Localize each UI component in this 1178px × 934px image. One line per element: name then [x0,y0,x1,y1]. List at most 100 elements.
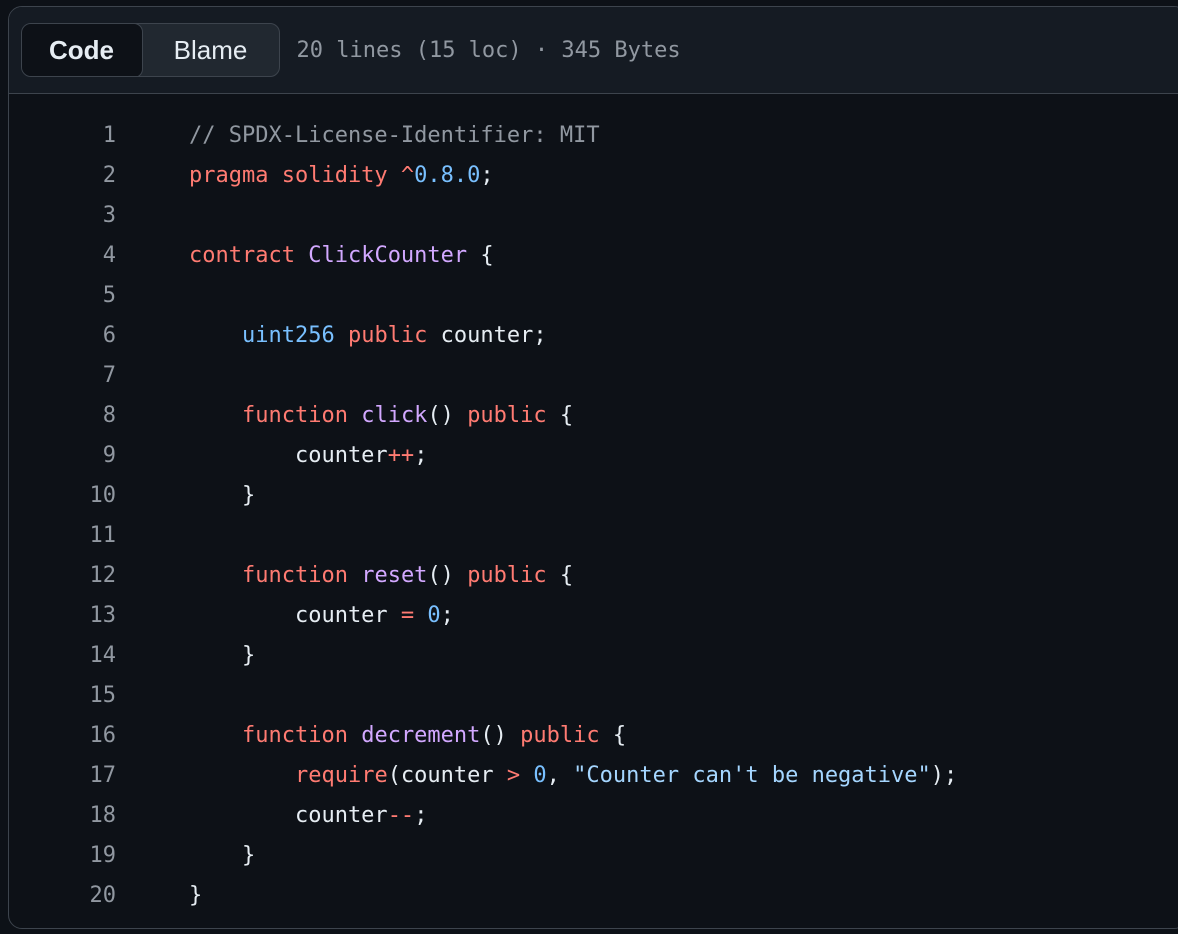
code-token: function [241,403,348,428]
line-number[interactable]: 18 [9,796,117,836]
blame-view-button[interactable]: Blame [143,24,279,76]
code-token: } [189,883,203,908]
line-number[interactable]: 14 [9,636,117,676]
code-token: { [467,243,494,268]
code-listing[interactable]: 1 // SPDX-License-Identifier: MIT 2 pragma … [9,94,1178,916]
line-content [116,516,189,556]
line-content [116,276,189,316]
code-token: } [189,843,256,868]
line-content: counter++; [116,436,427,476]
code-token: reset [361,563,428,588]
code-token: () [427,563,468,588]
code-token: = [400,603,415,628]
code-line: 11 [9,516,1178,556]
line-number[interactable]: 13 [9,596,117,636]
code-token: } [189,483,256,508]
line-content: function reset() public { [116,556,573,596]
code-token: function [241,563,348,588]
code-token: { [546,563,574,588]
code-token: counter [189,803,388,828]
code-line: 4 contract ClickCounter { [9,236,1178,276]
code-line: 8 function click() public { [9,396,1178,436]
code-token: // SPDX-License-Identifier: MIT [189,123,600,148]
line-number[interactable]: 11 [9,516,117,556]
line-content: contract ClickCounter { [116,236,494,276]
code-line: 18 counter--; [9,796,1178,836]
line-number[interactable]: 20 [9,876,117,916]
code-line: 3 [9,196,1178,236]
line-content: uint256 public counter; [116,316,547,356]
line-content: function click() public { [116,396,573,436]
code-view-button[interactable]: Code [21,24,143,76]
line-content [116,676,189,716]
line-number[interactable]: 16 [9,716,117,756]
line-content: pragma solidity ^0.8.0; [116,156,494,196]
line-number[interactable]: 19 [9,836,117,876]
code-line: 19 } [9,836,1178,876]
code-line: 13 counter = 0; [9,596,1178,636]
line-content: counter--; [116,796,427,836]
code-token: () [480,723,521,748]
line-number[interactable]: 12 [9,556,117,596]
line-number[interactable]: 1 [9,116,116,156]
code-token: function [241,723,348,748]
code-token: "Counter can't be negative" [573,763,931,788]
code-token: uint256 [241,323,335,348]
code-token: ; [414,803,428,828]
line-number[interactable]: 17 [9,756,117,796]
line-content: } [116,836,255,876]
line-number[interactable]: 8 [9,396,116,436]
code-token: > [506,763,521,788]
line-number[interactable]: 4 [9,236,116,276]
line-number[interactable]: 9 [9,436,116,476]
line-content: } [116,476,255,516]
code-token: (counter [387,763,507,788]
code-token: public [467,403,547,428]
code-line: 5 [9,276,1178,316]
line-content: // SPDX-License-Identifier: MIT [116,116,600,156]
code-line: 6 uint256 public counter; [9,316,1178,356]
line-number[interactable]: 10 [9,476,117,516]
line-number[interactable]: 5 [9,276,116,316]
code-line: 15 [9,676,1178,716]
line-number[interactable]: 3 [9,196,116,236]
code-token: public [347,323,428,348]
code-token: } [189,643,256,668]
line-number[interactable]: 6 [9,316,116,356]
line-content: counter = 0; [116,596,454,636]
code-token: 0.8.0 [414,163,481,188]
code-token: ClickCounter [308,243,468,268]
line-content: } [116,636,255,676]
code-token: ; [480,163,494,188]
file-meta-info: 20 lines (15 loc) · 345 Bytes [296,37,681,63]
code-line: 12 function reset() public { [9,556,1178,596]
line-number[interactable]: 15 [9,676,117,716]
code-token: () [427,403,468,428]
line-number[interactable]: 7 [9,356,116,396]
line-content [116,356,189,396]
line-content: function decrement() public { [116,716,626,756]
code-line: 10 } [9,476,1178,516]
code-token: require [294,763,388,788]
code-line: 2 pragma solidity ^0.8.0; [9,156,1178,196]
code-token: , [546,763,574,788]
line-number[interactable]: 2 [9,156,116,196]
view-mode-toggle: Code Blame [21,23,280,77]
code-token: decrement [361,723,481,748]
code-token: contract [189,243,309,268]
code-line: 9 counter++; [9,436,1178,476]
code-line: 17 require(counter > 0, "Counter can't b… [9,756,1178,796]
code-token: ); [930,763,958,788]
code-token: { [599,723,627,748]
code-line: 16 function decrement() public { [9,716,1178,756]
code-line: 14 } [9,636,1178,676]
file-viewer: Code Blame 20 lines (15 loc) · 345 Bytes… [8,6,1178,929]
